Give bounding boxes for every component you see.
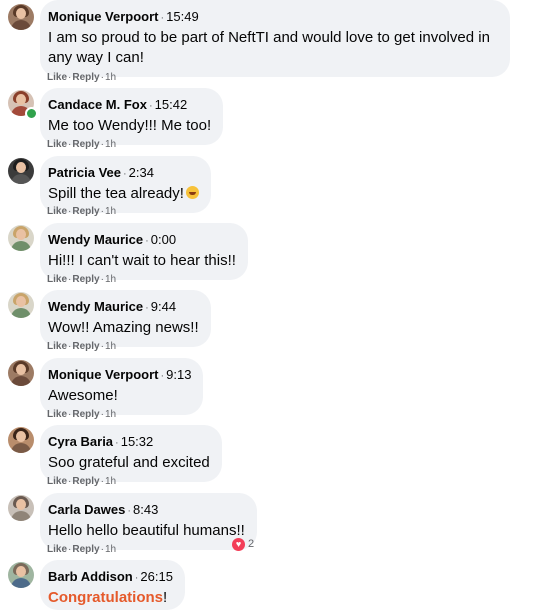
online-status-icon [25, 107, 38, 120]
reaction-summary[interactable]: ♥ 2 [232, 536, 254, 552]
comment-age[interactable]: 1h [105, 206, 116, 217]
reply-link[interactable]: Reply [72, 206, 99, 217]
reply-link[interactable]: Reply [72, 409, 99, 420]
comment-actions: Like·Reply·1h [47, 139, 117, 150]
comment-time[interactable]: 26:15 [140, 569, 173, 584]
reaction-count: 2 [248, 538, 255, 550]
like-link[interactable]: Like [47, 139, 67, 150]
comment-actions: Like·Reply·1h [47, 476, 117, 487]
comment-bubble: Barb Addison · 26:15 Congratulations! [40, 560, 185, 610]
comment-author[interactable]: Wendy Maurice [48, 299, 143, 314]
comment-bubble: Wendy Maurice · 0:00 Hi!!! I can't wait to… [40, 223, 248, 280]
comment-text: Soo grateful and excited [48, 454, 210, 471]
comment-time[interactable]: 0:00 [151, 232, 176, 247]
comment-time[interactable]: 15:42 [155, 97, 188, 112]
comment-author[interactable]: Patricia Vee [48, 165, 121, 180]
comment-bubble: Candace M. Fox · 15:42 Me too Wendy!!! Me … [40, 88, 224, 145]
like-link[interactable]: Like [47, 274, 67, 285]
comment-bubble: Monique Verpoort · 9:13 Awesome! [40, 358, 204, 415]
comment-time[interactable]: 8:43 [133, 502, 158, 517]
comment-bubble: Cyra Baria · 15:32 Soo grateful and excite… [40, 425, 222, 482]
comment-actions: Like·Reply·1h [47, 206, 117, 217]
comment-actions: Like·Reply·1h [47, 409, 117, 420]
comment-age[interactable]: 1h [105, 544, 116, 555]
comment-author[interactable]: Cyra Baria [48, 434, 113, 449]
comment-text: Wow!! Amazing news!! [48, 319, 199, 336]
avatar[interactable] [8, 427, 34, 453]
avatar[interactable] [8, 225, 34, 251]
like-link[interactable]: Like [47, 206, 67, 217]
comment-time[interactable]: 15:32 [121, 434, 154, 449]
comment-text: Spill the tea already! [48, 184, 199, 204]
comment-text: Me too Wendy!!! Me too! [48, 117, 212, 134]
reply-link[interactable]: Reply [72, 544, 99, 555]
like-link[interactable]: Like [47, 341, 67, 352]
highlighted-text: Congratulations [48, 589, 163, 606]
comment-actions: Like·Reply·1h [47, 72, 117, 83]
comment-time[interactable]: 15:49 [166, 9, 199, 24]
comment-age[interactable]: 1h [105, 341, 116, 352]
avatar[interactable] [8, 562, 34, 588]
like-link[interactable]: Like [47, 72, 67, 83]
comment-age[interactable]: 1h [105, 139, 116, 150]
comment-author[interactable]: Carla Dawes [48, 502, 125, 517]
comment-text: Hello hello beautiful humans!! [48, 522, 245, 539]
comment-author[interactable]: Monique Verpoort [48, 367, 159, 382]
comment-bubble: Monique Verpoort · 15:49 I am so proud to … [40, 0, 510, 77]
like-link[interactable]: Like [47, 409, 67, 420]
comment-time[interactable]: 9:13 [166, 367, 191, 382]
comment-bubble: Patricia Vee · 2:34 Spill the tea already! [40, 156, 211, 213]
comment-actions: Like·Reply·1h [47, 341, 117, 352]
comment-age[interactable]: 1h [105, 72, 116, 83]
comment-bubble: Wendy Maurice · 9:44 Wow!! Amazing news!! [40, 290, 211, 347]
like-link[interactable]: Like [47, 544, 67, 555]
comment-time[interactable]: 9:44 [151, 299, 176, 314]
like-link[interactable]: Like [47, 476, 67, 487]
avatar[interactable] [8, 158, 34, 184]
reply-link[interactable]: Reply [72, 341, 99, 352]
comment-text: Hi!!! I can't wait to hear this!! [48, 252, 236, 269]
avatar[interactable] [8, 495, 34, 521]
comment-time[interactable]: 2:34 [129, 165, 154, 180]
comment-thread: Monique Verpoort · 15:49 I am so proud to … [0, 0, 550, 610]
comment-author[interactable]: Monique Verpoort [48, 9, 159, 24]
reply-link[interactable]: Reply [72, 72, 99, 83]
comment-text: Congratulations! [48, 589, 168, 606]
comment-age[interactable]: 1h [105, 274, 116, 285]
comment-author[interactable]: Candace M. Fox [48, 97, 147, 112]
heart-reaction-icon: ♥ [232, 537, 245, 551]
comment-bubble: Carla Dawes · 8:43 Hello hello beautiful h… [40, 493, 257, 550]
comment-actions: Like·Reply·1h [47, 544, 117, 555]
avatar[interactable] [8, 4, 34, 30]
comment-text: Awesome! [48, 387, 118, 404]
comment-age[interactable]: 1h [105, 476, 116, 487]
comment-author[interactable]: Barb Addison [48, 569, 133, 584]
reply-link[interactable]: Reply [72, 274, 99, 285]
avatar[interactable] [8, 360, 34, 386]
comment-author[interactable]: Wendy Maurice [48, 232, 143, 247]
avatar[interactable] [8, 292, 34, 318]
comment-age[interactable]: 1h [105, 409, 116, 420]
comment-text: I am so proud to be part of NeftTI and w… [48, 29, 490, 66]
reply-link[interactable]: Reply [72, 139, 99, 150]
reply-link[interactable]: Reply [72, 476, 99, 487]
comment-actions: Like·Reply·1h [47, 274, 117, 285]
laughing-emoji-icon [185, 186, 199, 199]
